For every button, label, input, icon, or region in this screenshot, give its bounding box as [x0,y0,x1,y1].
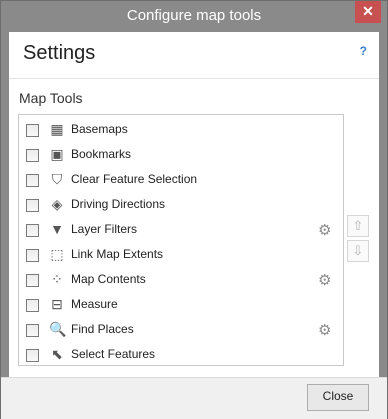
tool-checkbox[interactable] [26,149,39,162]
list-item[interactable]: ▣ Bookmarks [19,144,343,169]
list-item[interactable]: 🔍 Find Places ⚙ [19,319,343,344]
tool-checkbox[interactable] [26,249,39,262]
tool-checkbox[interactable] [26,224,39,237]
tool-checkbox[interactable] [26,299,39,312]
gear-icon[interactable]: ⚙ [318,271,331,289]
tool-label: Driving Directions [71,197,166,211]
move-down-button[interactable]: ⇩ [347,240,369,262]
list-item[interactable]: ▦ Basemaps [19,119,343,144]
tool-checkbox[interactable] [26,349,39,362]
dialog-title: Configure map tools [126,7,262,24]
measure-icon: ⊟ [51,296,63,312]
settings-panel: Settings ? Map Tools ▦ Basemaps ▣ Bookmarks… [9,32,379,377]
list-item[interactable]: ⊟ Measure [19,294,343,319]
divider [9,78,379,79]
tool-label: Clear Feature Selection [71,172,198,186]
list-item[interactable]: ▼ Layer Filters ⚙ [19,219,343,244]
list-item[interactable]: ⬚ Link Map Extents [19,244,343,269]
search-icon: 🔍 [49,321,67,337]
tools-list: ▦ Basemaps ▣ Bookmarks ⛉ Clear Feature Select… [18,114,344,366]
map-contents-icon: ⁘ [51,271,63,287]
page-title: Settings [23,42,96,64]
tool-label: Measure [71,297,118,311]
gear-icon[interactable]: ⚙ [318,321,331,339]
list-item[interactable]: ◈ Driving Directions [19,194,343,219]
tool-label: Layer Filters [71,222,138,236]
section-label: Map Tools [19,90,83,106]
tool-checkbox[interactable] [26,174,39,187]
tool-checkbox[interactable] [26,124,39,137]
directions-icon: ◈ [51,196,63,212]
tool-label: Map Contents [71,272,146,286]
tool-label: Basemaps [71,122,128,136]
title-bar: Configure map tools ✕ [1,1,387,31]
clear-selection-icon: ⛉ [51,171,63,187]
filter-icon: ▼ [50,221,64,237]
gear-icon[interactable]: ⚙ [318,221,331,239]
tool-label: Find Places [71,322,134,336]
bookmarks-icon: ▣ [50,146,64,162]
tool-label: Link Map Extents [71,247,164,261]
list-item[interactable]: ⁘ Map Contents ⚙ [19,269,343,294]
list-item[interactable]: ⛉ Clear Feature Selection [19,169,343,194]
close-button[interactable]: Close [307,384,369,411]
link-extents-icon: ⬚ [50,246,64,262]
configure-map-tools-dialog: Configure map tools ✕ Settings ? Map Too… [0,0,388,419]
help-icon[interactable]: ? [360,44,367,58]
tool-checkbox[interactable] [26,274,39,287]
move-up-button[interactable]: ⇧ [347,215,369,237]
tool-checkbox[interactable] [26,324,39,337]
close-icon[interactable]: ✕ [355,1,381,23]
tool-label: Bookmarks [71,147,132,161]
tool-label: Select Features [71,347,156,361]
basemap-icon: ▦ [50,121,64,137]
list-item[interactable]: ⬉ Select Features [19,344,343,369]
tool-checkbox[interactable] [26,199,39,212]
dialog-footer: Close [1,377,387,419]
select-features-icon: ⬉ [51,346,63,362]
